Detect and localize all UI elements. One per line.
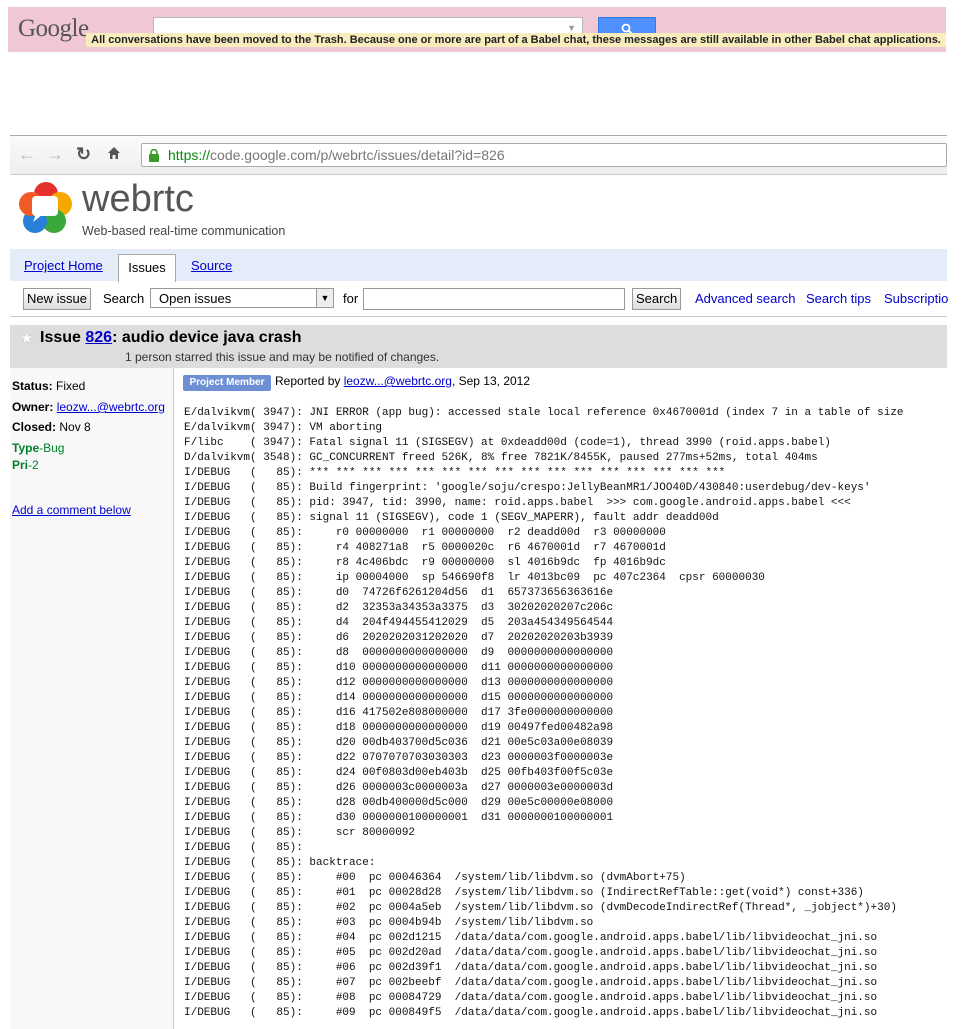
log-line: I/DEBUG ( 85): d30 0000000100000001 d31 … [184,812,614,824]
url-text: https://code.google.com/p/webrtc/issues/… [168,147,505,163]
lock-icon [149,149,159,162]
log-line: E/dalvikvm( 3947): VM aborting [184,422,383,434]
search-tips-link[interactable]: Search tips [806,291,871,306]
log-line: I/DEBUG ( 85): d24 00f0803d00eb403b d25 … [184,767,614,779]
project-name[interactable]: webrtc [82,178,194,221]
tab-source[interactable]: Source [191,249,232,281]
log-line: E/dalvikvm( 3947): JNI ERROR (app bug): … [184,407,904,419]
reported-by: Reported by leozw...@webrtc.org, Sep 13,… [275,374,531,388]
log-line: I/DEBUG ( 85): d22 0707070703030303 d23 … [184,752,614,764]
star-icon[interactable]: ★ [20,329,33,347]
log-line: I/DEBUG ( 85): d8 0000000000000000 d9 00… [184,647,614,659]
forward-arrow-icon[interactable]: → [46,145,64,163]
chevron-down-icon[interactable]: ▼ [316,289,333,307]
subscriptions-link[interactable]: Subscriptio [884,291,948,306]
log-line: I/DEBUG ( 85): d20 00db403700d5c036 d21 … [184,737,614,749]
log-line: I/DEBUG ( 85): [184,842,303,854]
log-line: I/DEBUG ( 85): #07 pc 002beebf /data/dat… [184,977,878,989]
for-label: for [343,291,359,306]
log-line: I/DEBUG ( 85): d16 417502e808000000 d17 … [184,707,614,719]
log-line: I/DEBUG ( 85): #09 pc 000849f5 /data/dat… [184,1007,878,1019]
google-logo[interactable]: Google [18,15,89,43]
owner-row: Owner: leozw...@webrtc.org [12,400,165,414]
stars-note: 1 person starred this issue and may be n… [125,350,440,364]
log-line: I/DEBUG ( 85): signal 11 (SIGSEGV), code… [184,512,719,524]
tab-bar: Project Home Issues Source [10,249,947,282]
project-member-badge: Project Member [183,375,271,391]
browser-toolbar: ← → ↻ https://code.google.com/p/webrtc/i… [10,135,947,175]
trash-notice: All conversations have been moved to the… [86,33,946,47]
issue-search-button[interactable]: Search [632,288,682,310]
log-line: I/DEBUG ( 85): d26 0000003c0000003a d27 … [184,782,614,794]
log-line: I/DEBUG ( 85): Build fingerprint: 'googl… [184,482,871,494]
new-issue-button[interactable]: New issue [23,288,91,310]
issue-scope-value: Open issues [159,291,232,306]
log-line: I/DEBUG ( 85): ip 00004000 sp 546690f8 l… [184,572,765,584]
log-line: I/DEBUG ( 85): #03 pc 0004b94b /system/l… [184,917,594,929]
back-arrow-icon[interactable]: ← [18,145,36,163]
log-line: I/DEBUG ( 85): #02 pc 0004a5eb /system/l… [184,902,897,914]
issue-toolbar: New issue Search Open issues ▼ for Searc… [10,282,948,317]
crash-log: E/dalvikvm( 3947): JNI ERROR (app bug): … [184,406,948,1026]
log-line: I/DEBUG ( 85): r0 00000000 r1 00000000 r… [184,527,666,539]
tab-issues[interactable]: Issues [118,254,176,282]
issue-meta: Status: Fixed Owner: leozw...@webrtc.org… [10,368,174,1029]
log-line: I/DEBUG ( 85): backtrace: [184,857,376,869]
search-label: Search [103,291,145,306]
owner-link[interactable]: leozw...@webrtc.org [57,400,165,414]
issue-header: ★ Issue 826: audio device java crash 1 p… [10,325,947,368]
log-line: I/DEBUG ( 85): *** *** *** *** *** *** *… [184,467,726,479]
project-summary: Web-based real-time communication [82,224,286,238]
issue-title: Issue 826: audio device java crash [40,329,302,346]
log-line: I/DEBUG ( 85): r4 408271a8 r5 0000020c r… [184,542,666,554]
log-line: I/DEBUG ( 85): d10 0000000000000000 d11 … [184,662,614,674]
log-line: D/dalvikvm( 3548): GC_CONCURRENT freed 5… [184,452,818,464]
reporter-link[interactable]: leozw...@webrtc.org [344,374,452,388]
webrtc-logo[interactable] [18,180,74,233]
log-line: I/DEBUG ( 85): scr 80000092 [184,827,416,839]
issue-scope-select[interactable]: Open issues ▼ [150,288,334,308]
type-label[interactable]: Type-Bug [12,441,64,455]
log-line: I/DEBUG ( 85): #08 pc 00084729 /data/dat… [184,992,878,1004]
advanced-search-link[interactable]: Advanced search [695,291,795,306]
tab-project-home[interactable]: Project Home [24,249,103,281]
log-line: I/DEBUG ( 85): d28 00db400000d5c000 d29 … [184,797,614,809]
log-line: I/DEBUG ( 85): d18 0000000000000000 d19 … [184,722,614,734]
log-line: I/DEBUG ( 85): d0 74726f6261204d56 d1 65… [184,587,614,599]
log-line: I/DEBUG ( 85): d2 32353a34353a3375 d3 30… [184,602,614,614]
log-line: F/libc ( 3947): Fatal signal 11 (SIGSEGV… [184,437,831,449]
dropdown-caret-icon[interactable]: ▼ [567,23,576,33]
log-line: I/DEBUG ( 85): #05 pc 002d20ad /data/dat… [184,947,878,959]
status-row: Status: Fixed [12,379,86,393]
home-icon[interactable] [106,145,122,164]
log-line: I/DEBUG ( 85): #06 pc 002d39f1 /data/dat… [184,962,878,974]
log-line: I/DEBUG ( 85): d12 0000000000000000 d13 … [184,677,614,689]
log-line: I/DEBUG ( 85): d6 2020202031202020 d7 20… [184,632,614,644]
log-line: I/DEBUG ( 85): d4 204f494455412029 d5 20… [184,617,614,629]
log-line: I/DEBUG ( 85): r8 4c406bdc r9 00000000 s… [184,557,666,569]
issue-number-link[interactable]: 826 [85,329,112,346]
log-line: I/DEBUG ( 85): d14 0000000000000000 d15 … [184,692,614,704]
log-line: I/DEBUG ( 85): #00 pc 00046364 /system/l… [184,872,686,884]
log-line: I/DEBUG ( 85): pid: 3947, tid: 3990, nam… [184,497,851,509]
reload-icon[interactable]: ↻ [76,145,91,163]
add-comment-link[interactable]: Add a comment below [12,503,131,517]
closed-row: Closed: Nov 8 [12,420,91,434]
issue-search-input[interactable] [363,288,625,310]
address-bar[interactable]: https://code.google.com/p/webrtc/issues/… [141,143,947,167]
status-value: Fixed [56,379,86,393]
log-line: I/DEBUG ( 85): #01 pc 00028d28 /system/l… [184,887,864,899]
log-line: I/DEBUG ( 85): #04 pc 002d1215 /data/dat… [184,932,878,944]
priority-label[interactable]: Pri-2 [12,458,39,472]
